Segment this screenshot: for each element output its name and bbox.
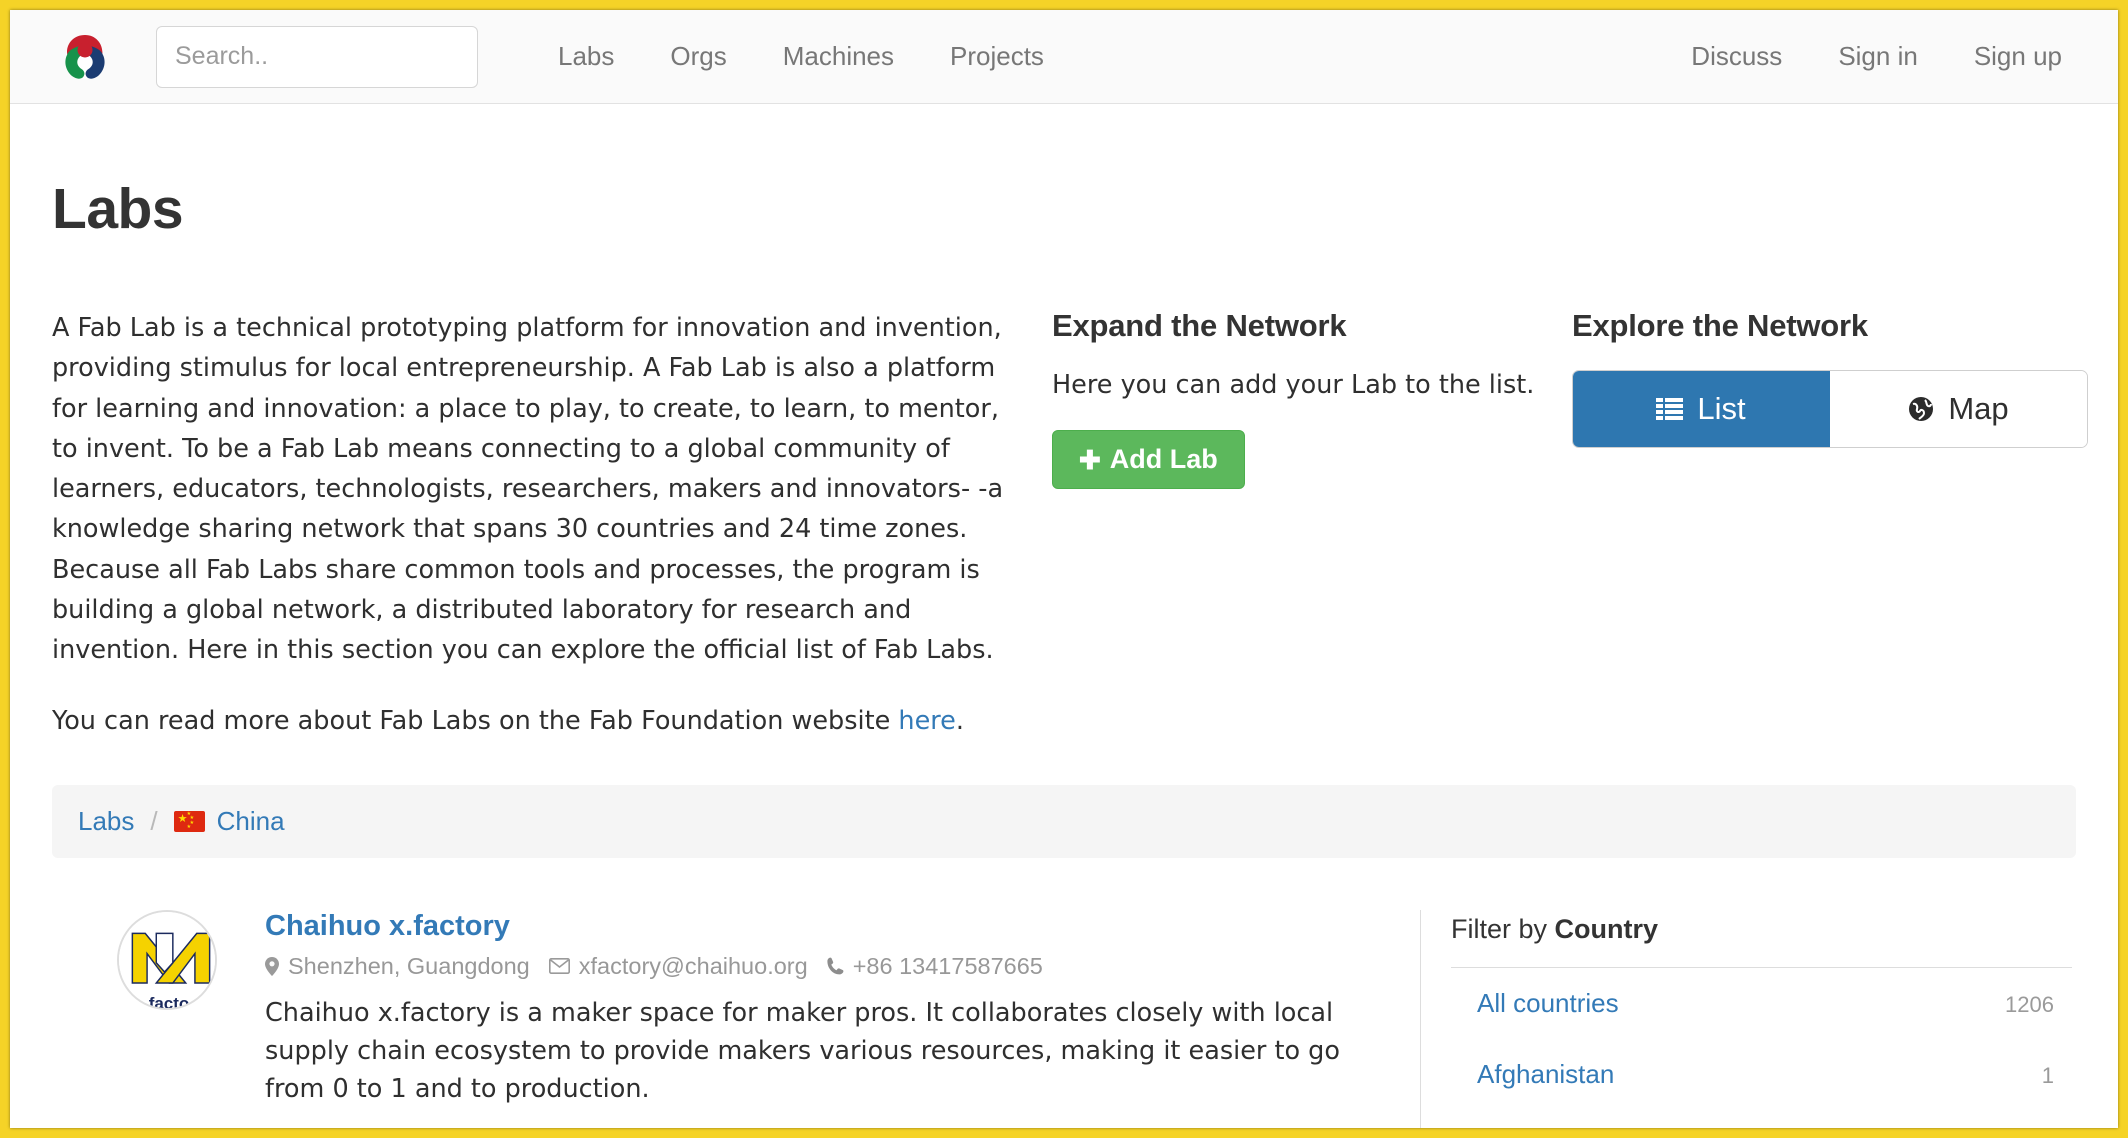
country-filter-item-all[interactable]: All countries 1206 xyxy=(1451,968,2080,1039)
lab-name-link[interactable]: Chaihuo x.factory xyxy=(265,910,510,943)
view-toggle-list-label: List xyxy=(1697,391,1746,426)
explore-network-heading: Explore the Network xyxy=(1572,308,1868,343)
breadcrumb-separator: / xyxy=(150,805,158,836)
add-lab-button[interactable]: ✚ Add Lab xyxy=(1052,430,1245,489)
explore-network-column: Explore the Network List Map xyxy=(1572,308,2092,448)
nav-link-sign-up[interactable]: Sign up xyxy=(1946,41,2090,72)
primary-nav: Labs Orgs Machines Projects xyxy=(530,41,1072,72)
breadcrumb-item-china[interactable]: China xyxy=(217,806,285,837)
lab-location-group: Shenzhen, Guangdong xyxy=(265,953,530,980)
country-name-afghanistan[interactable]: Afghanistan xyxy=(1477,1059,1614,1090)
breadcrumb: Labs / ★ ★ ★ ★ ★ China xyxy=(52,784,2076,858)
fab-foundation-link[interactable]: here xyxy=(898,706,955,736)
lab-phone-text: +86 13417587665 xyxy=(852,952,1043,979)
search-input[interactable] xyxy=(156,25,478,88)
intro-columns: A Fab Lab is a technical prototyping pla… xyxy=(52,308,2088,741)
view-toggle-map-label: Map xyxy=(1948,391,2009,426)
nav-link-sign-in[interactable]: Sign in xyxy=(1810,41,1946,72)
envelope-icon xyxy=(548,958,570,975)
secondary-nav: Discuss Sign in Sign up xyxy=(1663,41,2090,72)
fablabs-logo-icon[interactable] xyxy=(60,30,110,84)
nav-link-projects[interactable]: Projects xyxy=(922,41,1072,72)
country-filter-sidebar: Filter by Country All countries 1206 Afg… xyxy=(1420,909,2080,1128)
nav-link-machines[interactable]: Machines xyxy=(755,41,922,72)
lab-logo-chaihuo-icon[interactable]: facto xyxy=(117,909,217,1010)
plus-icon: ✚ xyxy=(1079,444,1101,475)
expand-network-subtitle: Here you can add your Lab to the list. xyxy=(1052,370,1535,400)
country-count-all: 1206 xyxy=(2005,991,2054,1017)
intro-column: A Fab Lab is a technical prototyping pla… xyxy=(52,308,1052,741)
lab-list-item: facto Chaihuo x.factory Shenzhen, Guangd… xyxy=(52,909,1380,1109)
flag-star-4: ★ xyxy=(186,823,192,830)
lab-email-group: xfactory@chaihuo.org xyxy=(548,953,808,980)
globe-icon xyxy=(1908,396,1934,422)
country-filter-item-afghanistan[interactable]: Afghanistan 1 xyxy=(1451,1039,2080,1110)
lab-info: Chaihuo x.factory Shenzhen, Guangdong xf… xyxy=(265,910,1380,1109)
view-toggle-list[interactable]: List xyxy=(1573,371,1830,447)
country-name-all[interactable]: All countries xyxy=(1477,988,1619,1019)
expand-network-heading: Expand the Network xyxy=(1052,308,1347,343)
view-toggle-map[interactable]: Map xyxy=(1830,371,2087,447)
lab-email-text[interactable]: xfactory@chaihuo.org xyxy=(579,953,808,980)
nav-link-discuss[interactable]: Discuss xyxy=(1663,41,1810,72)
intro-paragraph-2-prefix: You can read more about Fab Labs on the … xyxy=(52,705,899,736)
flag-china-icon: ★ ★ ★ ★ ★ xyxy=(173,810,205,832)
filter-by-country-title: Filter by Country xyxy=(1451,910,2072,968)
main-content: Labs A Fab Lab is a technical prototypin… xyxy=(10,176,2118,1128)
lab-location-text: Shenzhen, Guangdong xyxy=(288,952,530,979)
lab-meta: Shenzhen, Guangdong xfactory@chaihuo.org xyxy=(265,953,1380,980)
lab-phone-group: +86 13417587665 xyxy=(827,953,1043,980)
page-title: Labs xyxy=(52,177,184,241)
svg-text:facto: facto xyxy=(149,994,190,1010)
map-marker-icon xyxy=(265,956,279,976)
lab-description: Chaihuo x.factory is a maker space for m… xyxy=(265,997,1340,1105)
navbar-left-group: Labs Orgs Machines Projects xyxy=(60,25,1072,88)
top-navbar: Labs Orgs Machines Projects Discuss Sign… xyxy=(10,10,2118,104)
intro-paragraph-2-suffix: . xyxy=(955,705,964,736)
lab-list: facto Chaihuo x.factory Shenzhen, Guangd… xyxy=(52,909,1420,1109)
intro-paragraph-1: A Fab Lab is a technical prototyping pla… xyxy=(52,313,1004,666)
breadcrumb-item-labs[interactable]: Labs xyxy=(78,806,134,837)
lab-results-area: facto Chaihuo x.factory Shenzhen, Guangd… xyxy=(52,909,2076,1128)
intro-paragraph-2: You can read more about Fab Labs on the … xyxy=(52,701,1012,741)
page-frame: Labs Orgs Machines Projects Discuss Sign… xyxy=(10,10,2118,1128)
filter-title-strong: Country xyxy=(1554,913,1659,944)
add-lab-button-label: Add Lab xyxy=(1109,444,1218,474)
filter-title-prefix: Filter by xyxy=(1451,913,1555,944)
expand-network-column: Expand the Network Here you can add your… xyxy=(1052,308,1572,489)
list-icon xyxy=(1656,397,1684,421)
view-toggle-group: List Map xyxy=(1572,370,2088,448)
nav-link-labs[interactable]: Labs xyxy=(530,41,642,72)
nav-link-orgs[interactable]: Orgs xyxy=(642,41,754,72)
country-count-afghanistan: 1 xyxy=(2041,1062,2054,1088)
phone-icon xyxy=(827,957,844,975)
